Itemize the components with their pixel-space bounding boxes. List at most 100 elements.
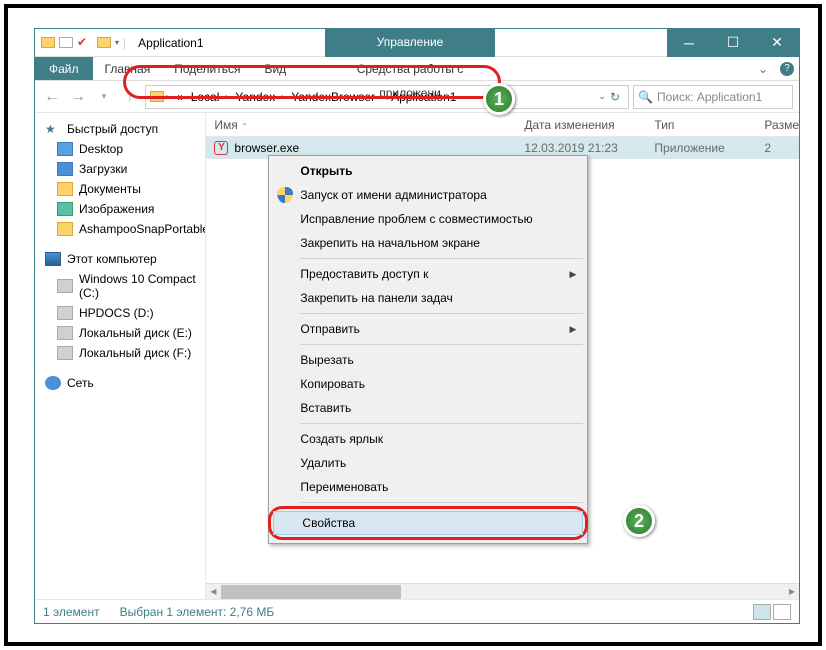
ctx-give-access[interactable]: Предоставить доступ к▶: [272, 262, 584, 286]
folder-icon: [57, 222, 73, 236]
annotation-marker-2: 2: [623, 505, 655, 537]
col-type[interactable]: Тип: [654, 118, 764, 132]
drive-icon: [57, 326, 73, 340]
context-menu: Открыть Запуск от имени администратора И…: [268, 155, 588, 544]
annotation-highlight-2: Свойства: [268, 506, 588, 540]
scroll-left-icon[interactable]: ◂: [206, 584, 220, 599]
submenu-arrow-icon: ▶: [570, 269, 577, 280]
ctx-paste[interactable]: Вставить: [272, 396, 584, 420]
col-size[interactable]: Разме: [764, 118, 799, 132]
tab-view[interactable]: Вид: [252, 57, 298, 80]
sidebar-item-ashampoo[interactable]: AshampooSnapPortable: [35, 219, 205, 239]
ribbon-expand-icon[interactable]: ⌄: [751, 57, 775, 80]
help-button[interactable]: ?: [775, 57, 799, 80]
sidebar-item-drive-d[interactable]: HPDOCS (D:): [35, 303, 205, 323]
file-tab[interactable]: Файл: [35, 57, 93, 80]
breadcrumb-item[interactable]: YandexBrowser: [287, 90, 379, 104]
ctx-send-to[interactable]: Отправить▶: [272, 317, 584, 341]
sidebar-item-drive-e[interactable]: Локальный диск (E:): [35, 323, 205, 343]
scroll-right-icon[interactable]: ▸: [785, 584, 799, 599]
search-placeholder: Поиск: Application1: [657, 90, 762, 104]
status-selected: Выбран 1 элемент: 2,76 МБ: [120, 605, 275, 619]
sidebar-item-documents[interactable]: Документы: [35, 179, 205, 199]
network-group[interactable]: Сеть: [35, 373, 205, 393]
icons-view-icon[interactable]: [773, 604, 791, 620]
scroll-thumb[interactable]: [221, 585, 401, 599]
ctx-copy[interactable]: Копировать: [272, 372, 584, 396]
search-icon: 🔍: [638, 90, 653, 104]
sidebar-item-label: Локальный диск (E:): [79, 326, 192, 340]
window-title: Application1: [132, 36, 203, 50]
address-dropdown-icon[interactable]: ⌄: [598, 91, 606, 102]
qat-check-icon[interactable]: ✔: [77, 35, 93, 51]
yandex-exe-icon: Y: [214, 141, 228, 155]
sidebar-item-downloads[interactable]: Загрузки: [35, 159, 205, 179]
sidebar-item-drive-f[interactable]: Локальный диск (F:): [35, 343, 205, 363]
drive-icon: [57, 279, 73, 293]
ctx-cut[interactable]: Вырезать: [272, 348, 584, 372]
documents-icon: [57, 182, 73, 196]
ctx-pin-taskbar[interactable]: Закрепить на панели задач: [272, 286, 584, 310]
ctx-pin-start[interactable]: Закрепить на начальном экране: [272, 231, 584, 255]
file-name: browser.exe: [234, 141, 299, 155]
ctx-compat[interactable]: Исправление проблем с совместимостью: [272, 207, 584, 231]
sidebar-item-label: Локальный диск (F:): [79, 346, 191, 360]
ctx-separator: [300, 502, 583, 503]
ctx-delete[interactable]: Удалить: [272, 451, 584, 475]
nav-up-button[interactable]: ↑: [119, 86, 141, 108]
downloads-icon: [57, 162, 73, 176]
col-name[interactable]: Имя ⌃: [214, 118, 524, 132]
qat-folder-icon[interactable]: [97, 37, 111, 48]
refresh-icon[interactable]: ↻: [606, 90, 624, 104]
tab-share[interactable]: Поделиться: [162, 57, 252, 80]
ctx-separator: [300, 313, 583, 314]
sidebar-item-label: Desktop: [79, 142, 123, 156]
breadcrumb-sep[interactable]: ▸: [279, 92, 287, 101]
tab-home[interactable]: Главная: [93, 57, 163, 80]
breadcrumb-item[interactable]: Local: [187, 90, 224, 104]
ctx-run-as-admin[interactable]: Запуск от имени администратора: [272, 183, 584, 207]
sidebar-item-label: Документы: [79, 182, 141, 196]
pc-icon: [45, 252, 61, 266]
ctx-rename[interactable]: Переименовать: [272, 475, 584, 499]
navigation-pane: ★ Быстрый доступ Desktop Загрузки Докуме…: [35, 113, 206, 599]
qat-dropdown-icon[interactable]: ▾: [115, 38, 119, 47]
shield-icon: [277, 187, 293, 203]
sidebar-item-desktop[interactable]: Desktop: [35, 139, 205, 159]
file-size: 2: [764, 141, 799, 155]
ctx-separator: [300, 258, 583, 259]
ctx-separator: [300, 344, 583, 345]
nav-recent-icon[interactable]: ▾: [93, 86, 115, 108]
breadcrumb-item[interactable]: Yandex: [231, 90, 279, 104]
close-button[interactable]: ✕: [755, 29, 799, 57]
search-input[interactable]: 🔍 Поиск: Application1: [633, 85, 793, 109]
this-pc-label: Этот компьютер: [67, 252, 157, 266]
details-view-icon[interactable]: [753, 604, 771, 620]
file-date: 12.03.2019 21:23: [524, 141, 654, 155]
breadcrumb-sep[interactable]: ▸: [223, 92, 231, 101]
sidebar-item-pictures[interactable]: Изображения: [35, 199, 205, 219]
breadcrumb-item[interactable]: Application1: [387, 90, 460, 104]
nav-back-button[interactable]: ←: [41, 86, 63, 108]
ctx-properties[interactable]: Свойства: [273, 511, 583, 535]
address-bar[interactable]: ▸ « Local ▸ Yandex ▸ YandexBrowser ▸ App…: [145, 85, 629, 109]
quick-access-group[interactable]: ★ Быстрый доступ: [35, 119, 205, 139]
horizontal-scrollbar[interactable]: ◂ ▸: [206, 583, 799, 599]
contextual-tab-header: Управление: [325, 28, 495, 57]
col-date[interactable]: Дата изменения: [524, 118, 654, 132]
pictures-icon: [57, 202, 73, 216]
qat-icon[interactable]: [59, 37, 73, 48]
column-headers[interactable]: Имя ⌃ Дата изменения Тип Разме: [206, 113, 799, 137]
maximize-button[interactable]: ☐: [711, 29, 755, 57]
nav-forward-button[interactable]: →: [67, 86, 89, 108]
this-pc-group[interactable]: Этот компьютер: [35, 249, 205, 269]
status-count: 1 элемент: [43, 605, 100, 619]
qat-separator: |: [123, 36, 126, 50]
ctx-shortcut[interactable]: Создать ярлык: [272, 427, 584, 451]
minimize-button[interactable]: ─: [667, 29, 711, 57]
drive-icon: [57, 346, 73, 360]
file-type: Приложение: [654, 141, 764, 155]
sidebar-item-drive-c[interactable]: Windows 10 Compact (C:): [35, 269, 205, 303]
ctx-open[interactable]: Открыть: [272, 159, 584, 183]
breadcrumb-sep[interactable]: ▸: [379, 92, 387, 101]
